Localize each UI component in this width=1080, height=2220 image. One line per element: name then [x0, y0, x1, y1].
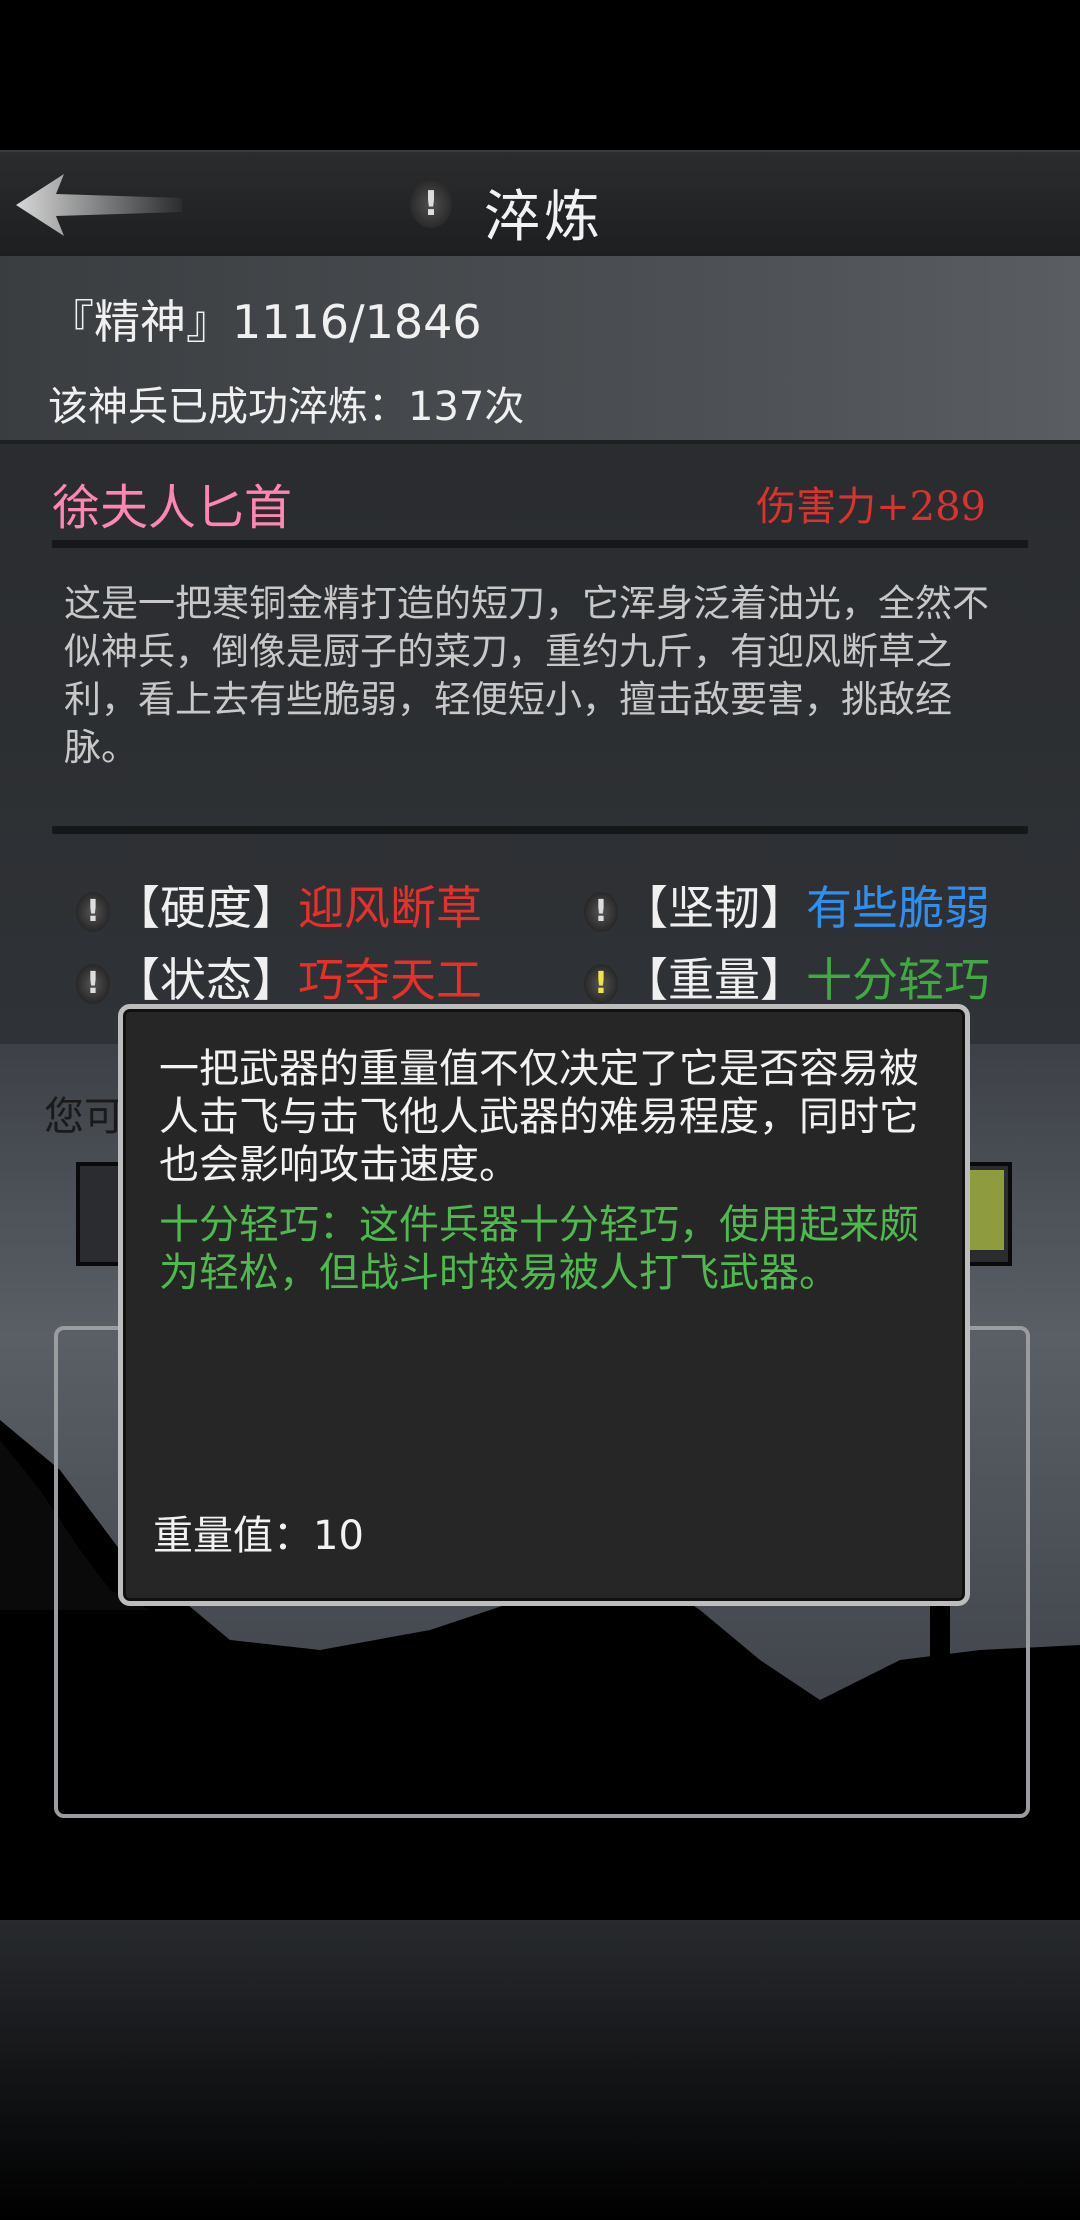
attribute-weight[interactable]: ! 【重量】十分轻巧	[584, 944, 990, 1010]
page-title: 淬炼	[484, 185, 604, 250]
tooltip-detail: 十分轻巧：这件兵器十分轻巧，使用起来颇为轻松，但战斗时较易被人打飞武器。	[159, 1202, 919, 1296]
damage-value: 伤害力+289	[756, 484, 986, 530]
divider	[52, 540, 1028, 548]
attribute-hardness[interactable]: ! 【硬度】迎风断草	[76, 872, 482, 938]
attribute-label: 【坚韧】	[622, 881, 806, 935]
attribute-label: 【硬度】	[114, 881, 298, 935]
info-icon[interactable]: !	[584, 891, 618, 932]
info-icon[interactable]: !	[584, 963, 618, 1004]
attribute-label: 【状态】	[114, 953, 298, 1007]
hint-text: 您可	[44, 1094, 124, 1140]
back-arrow-icon[interactable]	[14, 170, 184, 240]
attribute-state[interactable]: ! 【状态】巧夺天工	[76, 944, 482, 1010]
button-highlight	[964, 1170, 1004, 1250]
attribute-value: 巧夺天工	[298, 953, 482, 1007]
attribute-label: 【重量】	[622, 953, 806, 1007]
weapon-name: 徐夫人匕首	[52, 480, 293, 536]
info-icon[interactable]: !	[410, 180, 452, 228]
attribute-toughness[interactable]: ! 【坚韧】有些脆弱	[584, 872, 990, 938]
tooltip-description: 一把武器的重量值不仅决定了它是否容易被人击飞与击飞他人武器的难易程度，同时它也会…	[159, 1046, 919, 1188]
top-bar: ! 淬炼	[0, 150, 1080, 261]
weapon-info-panel: 徐夫人匕首 伤害力+289 这是一把寒铜金精打造的短刀，它浑身泛着油光，全然不似…	[0, 444, 1080, 1044]
info-icon[interactable]: !	[76, 891, 110, 932]
weight-value: 重量值：10	[153, 1513, 364, 1559]
refine-count: 该神兵已成功淬炼：137次	[48, 384, 525, 430]
attribute-value: 迎风断草	[298, 881, 482, 935]
spirit-value: 『精神』1116/1846	[48, 295, 482, 349]
divider	[52, 826, 1028, 834]
attribute-value: 有些脆弱	[806, 881, 990, 935]
info-icon[interactable]: !	[76, 963, 110, 1004]
weapon-description: 这是一把寒铜金精打造的短刀，它浑身泛着油光，全然不似神兵，倒像是厨子的菜刀，重约…	[64, 582, 989, 769]
refine-stats-panel: 『精神』1116/1846 该神兵已成功淬炼：137次	[0, 256, 1080, 444]
attribute-value: 十分轻巧	[806, 953, 990, 1007]
weight-tooltip[interactable]: 一把武器的重量值不仅决定了它是否容易被人击飞与击飞他人武器的难易程度，同时它也会…	[118, 1004, 970, 1606]
